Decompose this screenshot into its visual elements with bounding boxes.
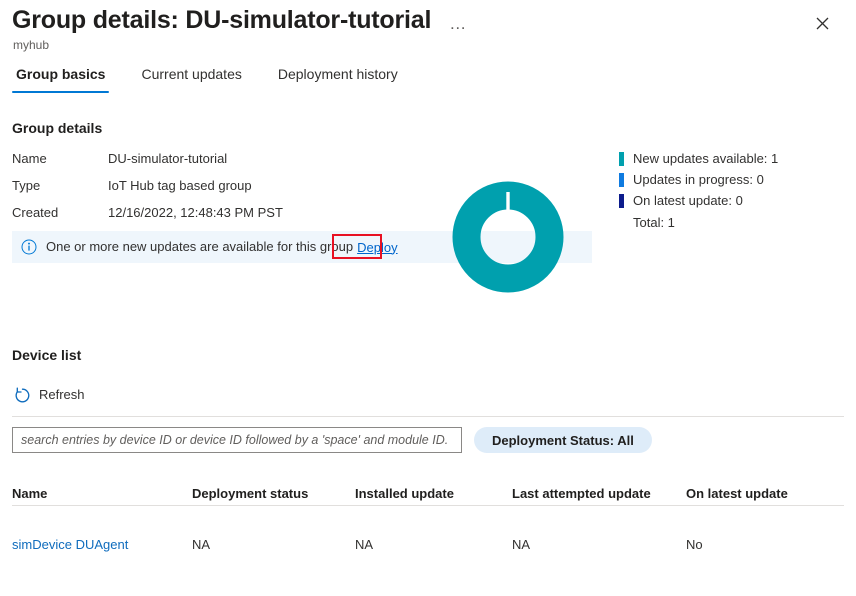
search-input[interactable] [12,427,462,453]
field-created: Created12/16/2022, 12:48:43 PM PST [12,204,283,222]
column-header-last-attempted-update[interactable]: Last attempted update [512,486,686,501]
field-created-value: 12/16/2022, 12:48:43 PM PST [108,205,283,220]
legend-item-new-updates-available: New updates available: 1 [619,148,778,169]
field-name-value: DU-simulator-tutorial [108,151,227,166]
device-list-heading: Device list [12,347,81,363]
device-table: Name Deployment status Installed update … [12,481,844,557]
column-header-on-latest-update[interactable]: On latest update [686,486,844,501]
chart-legend: New updates available: 1 Updates in prog… [619,148,778,233]
title-row: Group details: DU-simulator-tutorial … [12,4,468,36]
cell-deployment-status: NA [192,537,355,552]
tab-bar: Group basics Current updates Deployment … [0,64,856,98]
tab-deployment-history[interactable]: Deployment history [274,64,402,93]
device-name-link[interactable]: simDevice DUAgent [12,537,192,552]
field-name: NameDU-simulator-tutorial [12,150,227,168]
legend-swatch-navy [619,194,624,208]
update-status-donut-chart [452,176,564,298]
ellipsis-horizontal-icon[interactable]: … [449,18,468,30]
tab-group-basics[interactable]: Group basics [12,64,109,93]
toolbar-divider [12,416,844,417]
deploy-link[interactable]: Deploy [357,240,397,255]
page-title: Group details: DU-simulator-tutorial [12,4,431,36]
refresh-label: Refresh [39,386,85,404]
column-header-deployment-status[interactable]: Deployment status [192,486,355,501]
field-type: TypeIoT Hub tag based group [12,177,252,195]
info-banner-text: One or more new updates are available fo… [46,239,353,255]
table-row: simDevice DUAgent NA NA NA No [12,531,844,557]
field-name-label: Name [12,150,108,168]
legend-swatch-blue [619,173,624,187]
legend-total-label: Total: 1 [619,213,778,233]
legend-item-updates-in-progress: Updates in progress: 0 [619,169,778,190]
field-created-label: Created [12,204,108,222]
table-header-row: Name Deployment status Installed update … [12,481,844,505]
legend-label-updates-in-progress: Updates in progress: 0 [633,172,764,187]
refresh-button[interactable]: Refresh [14,383,85,407]
legend-label-new-updates-available: New updates available: 1 [633,151,778,166]
cell-installed-update: NA [355,537,512,552]
cell-last-attempted-update: NA [512,537,686,552]
column-header-name[interactable]: Name [12,486,192,501]
legend-item-on-latest-update: On latest update: 0 [619,190,778,211]
deployment-status-filter-button[interactable]: Deployment Status: All [474,427,652,453]
breadcrumb: myhub [13,37,49,53]
close-icon[interactable] [808,9,836,37]
group-details-panel: Group details: DU-simulator-tutorial … m… [0,0,856,596]
legend-label-on-latest-update: On latest update: 0 [633,193,743,208]
group-details-heading: Group details [12,120,102,136]
panel-header: Group details: DU-simulator-tutorial … m… [0,0,856,62]
tab-current-updates[interactable]: Current updates [137,64,245,93]
cell-on-latest-update: No [686,537,844,552]
refresh-icon [14,387,39,404]
field-type-label: Type [12,177,108,195]
field-type-value: IoT Hub tag based group [108,178,252,193]
column-header-installed-update[interactable]: Installed update [355,486,512,501]
info-circle-icon [21,239,37,255]
legend-swatch-teal [619,152,624,166]
